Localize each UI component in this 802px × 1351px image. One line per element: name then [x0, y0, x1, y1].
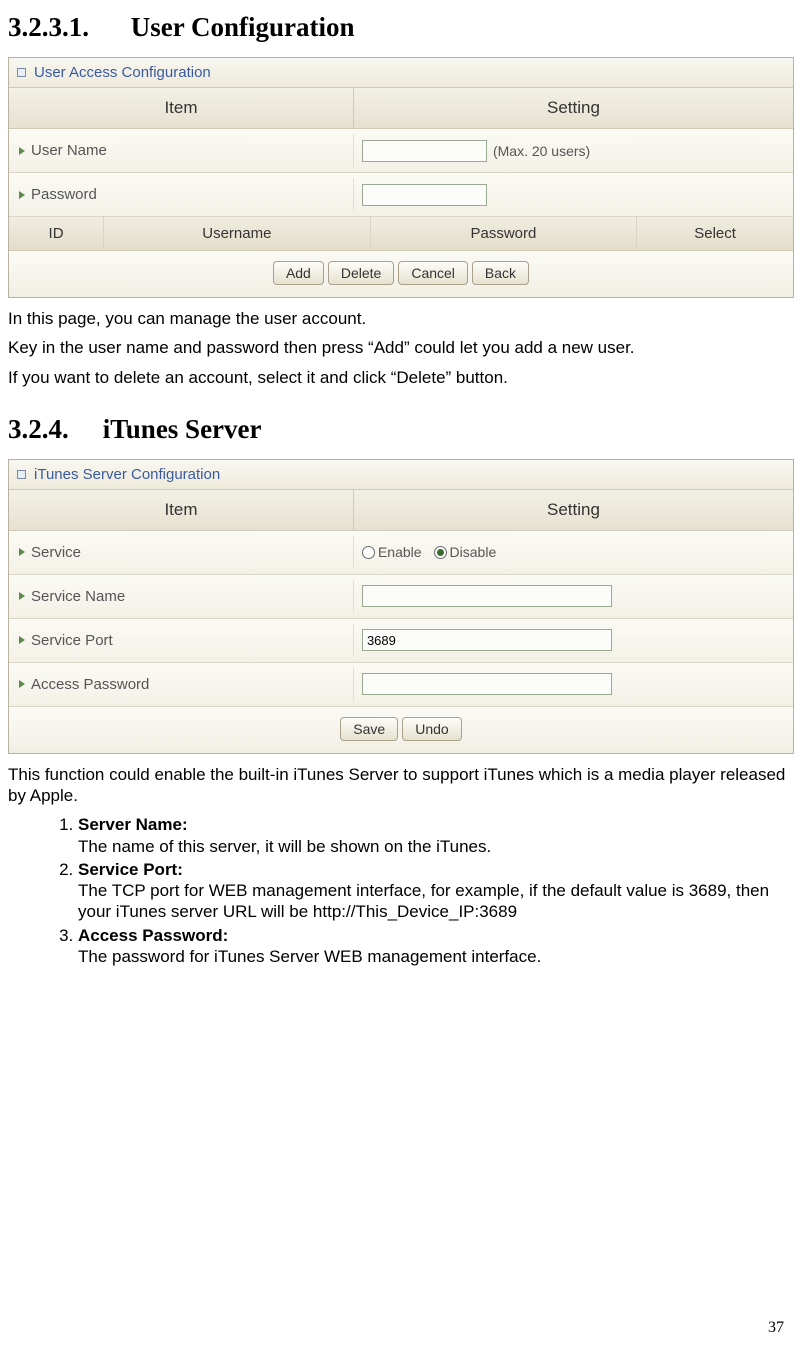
service-enable-radio[interactable]: Enable — [362, 544, 422, 560]
list-item: Server Name: The name of this server, it… — [78, 814, 794, 857]
caret-icon — [19, 636, 25, 644]
th-select: Select — [636, 217, 793, 250]
section-title: User Configuration — [131, 12, 355, 42]
save-button[interactable]: Save — [340, 717, 398, 741]
list-item: Access Password: The password for iTunes… — [78, 925, 794, 968]
label-service-name: Service Name — [31, 588, 125, 605]
caret-icon — [19, 147, 25, 155]
header-setting: Setting — [354, 490, 793, 530]
paragraph: This function could enable the built-in … — [8, 764, 794, 807]
section-number: 3.2.4. — [8, 414, 96, 445]
label-password: Password — [31, 186, 97, 203]
row-access-password: Access Password — [9, 663, 793, 707]
service-name-input[interactable] — [362, 585, 612, 607]
panel-title-text: iTunes Server Configuration — [34, 466, 220, 483]
caret-icon — [19, 680, 25, 688]
panel-title-row: User Access Configuration — [9, 58, 793, 88]
header-item: Item — [9, 490, 354, 530]
item-label: Access Password: — [78, 926, 228, 945]
cancel-button[interactable]: Cancel — [398, 261, 468, 285]
add-button[interactable]: Add — [273, 261, 324, 285]
item-label: Server Name: — [78, 815, 188, 834]
section-heading-itunes: 3.2.4. iTunes Server — [8, 414, 794, 445]
section-number: 3.2.3.1. — [8, 12, 124, 43]
row-service-port: Service Port — [9, 619, 793, 663]
caret-icon — [19, 548, 25, 556]
row-username: User Name (Max. 20 users) — [9, 129, 793, 173]
label-username: User Name — [31, 142, 107, 159]
panel-title-text: User Access Configuration — [34, 64, 211, 81]
item-body: The password for iTunes Server WEB manag… — [78, 946, 794, 967]
button-row: Add Delete Cancel Back — [9, 251, 793, 297]
th-id: ID — [9, 217, 103, 250]
paragraph: Key in the user name and password then p… — [8, 337, 794, 358]
column-headers: Item Setting — [9, 490, 793, 531]
password-input[interactable] — [362, 184, 487, 206]
radio-label-enable: Enable — [378, 544, 422, 560]
user-table-headers: ID Username Password Select — [9, 217, 793, 251]
caret-icon — [19, 592, 25, 600]
undo-button[interactable]: Undo — [402, 717, 461, 741]
username-input[interactable] — [362, 140, 487, 162]
paragraph: If you want to delete an account, select… — [8, 367, 794, 388]
item-body: The TCP port for WEB management interfac… — [78, 880, 794, 923]
header-setting: Setting — [354, 88, 793, 128]
back-button[interactable]: Back — [472, 261, 529, 285]
description-list: Server Name: The name of this server, it… — [8, 814, 794, 967]
caret-icon — [19, 191, 25, 199]
list-item: Service Port: The TCP port for WEB manag… — [78, 859, 794, 923]
itunes-server-panel: iTunes Server Configuration Item Setting… — [8, 459, 794, 754]
panel-title-row: iTunes Server Configuration — [9, 460, 793, 490]
item-label: Service Port: — [78, 860, 183, 879]
username-hint: (Max. 20 users) — [493, 143, 590, 159]
label-service: Service — [31, 544, 81, 561]
user-access-config-panel: User Access Configuration Item Setting U… — [8, 57, 794, 298]
radio-label-disable: Disable — [450, 544, 497, 560]
row-service: Service Enable Disable — [9, 531, 793, 575]
page-number: 37 — [768, 1319, 784, 1337]
row-password: Password — [9, 173, 793, 217]
column-headers: Item Setting — [9, 88, 793, 129]
section-title: iTunes Server — [103, 414, 262, 444]
label-service-port: Service Port — [31, 632, 113, 649]
th-username: Username — [103, 217, 370, 250]
label-access-password: Access Password — [31, 676, 149, 693]
square-icon — [17, 68, 26, 77]
item-body: The name of this server, it will be show… — [78, 836, 794, 857]
square-icon — [17, 470, 26, 479]
th-password: Password — [370, 217, 637, 250]
access-password-input[interactable] — [362, 673, 612, 695]
header-item: Item — [9, 88, 354, 128]
section-heading-user-config: 3.2.3.1. User Configuration — [8, 12, 794, 43]
service-disable-radio[interactable]: Disable — [434, 544, 497, 560]
delete-button[interactable]: Delete — [328, 261, 394, 285]
button-row: Save Undo — [9, 707, 793, 753]
paragraph: In this page, you can manage the user ac… — [8, 308, 794, 329]
row-service-name: Service Name — [9, 575, 793, 619]
service-port-input[interactable] — [362, 629, 612, 651]
